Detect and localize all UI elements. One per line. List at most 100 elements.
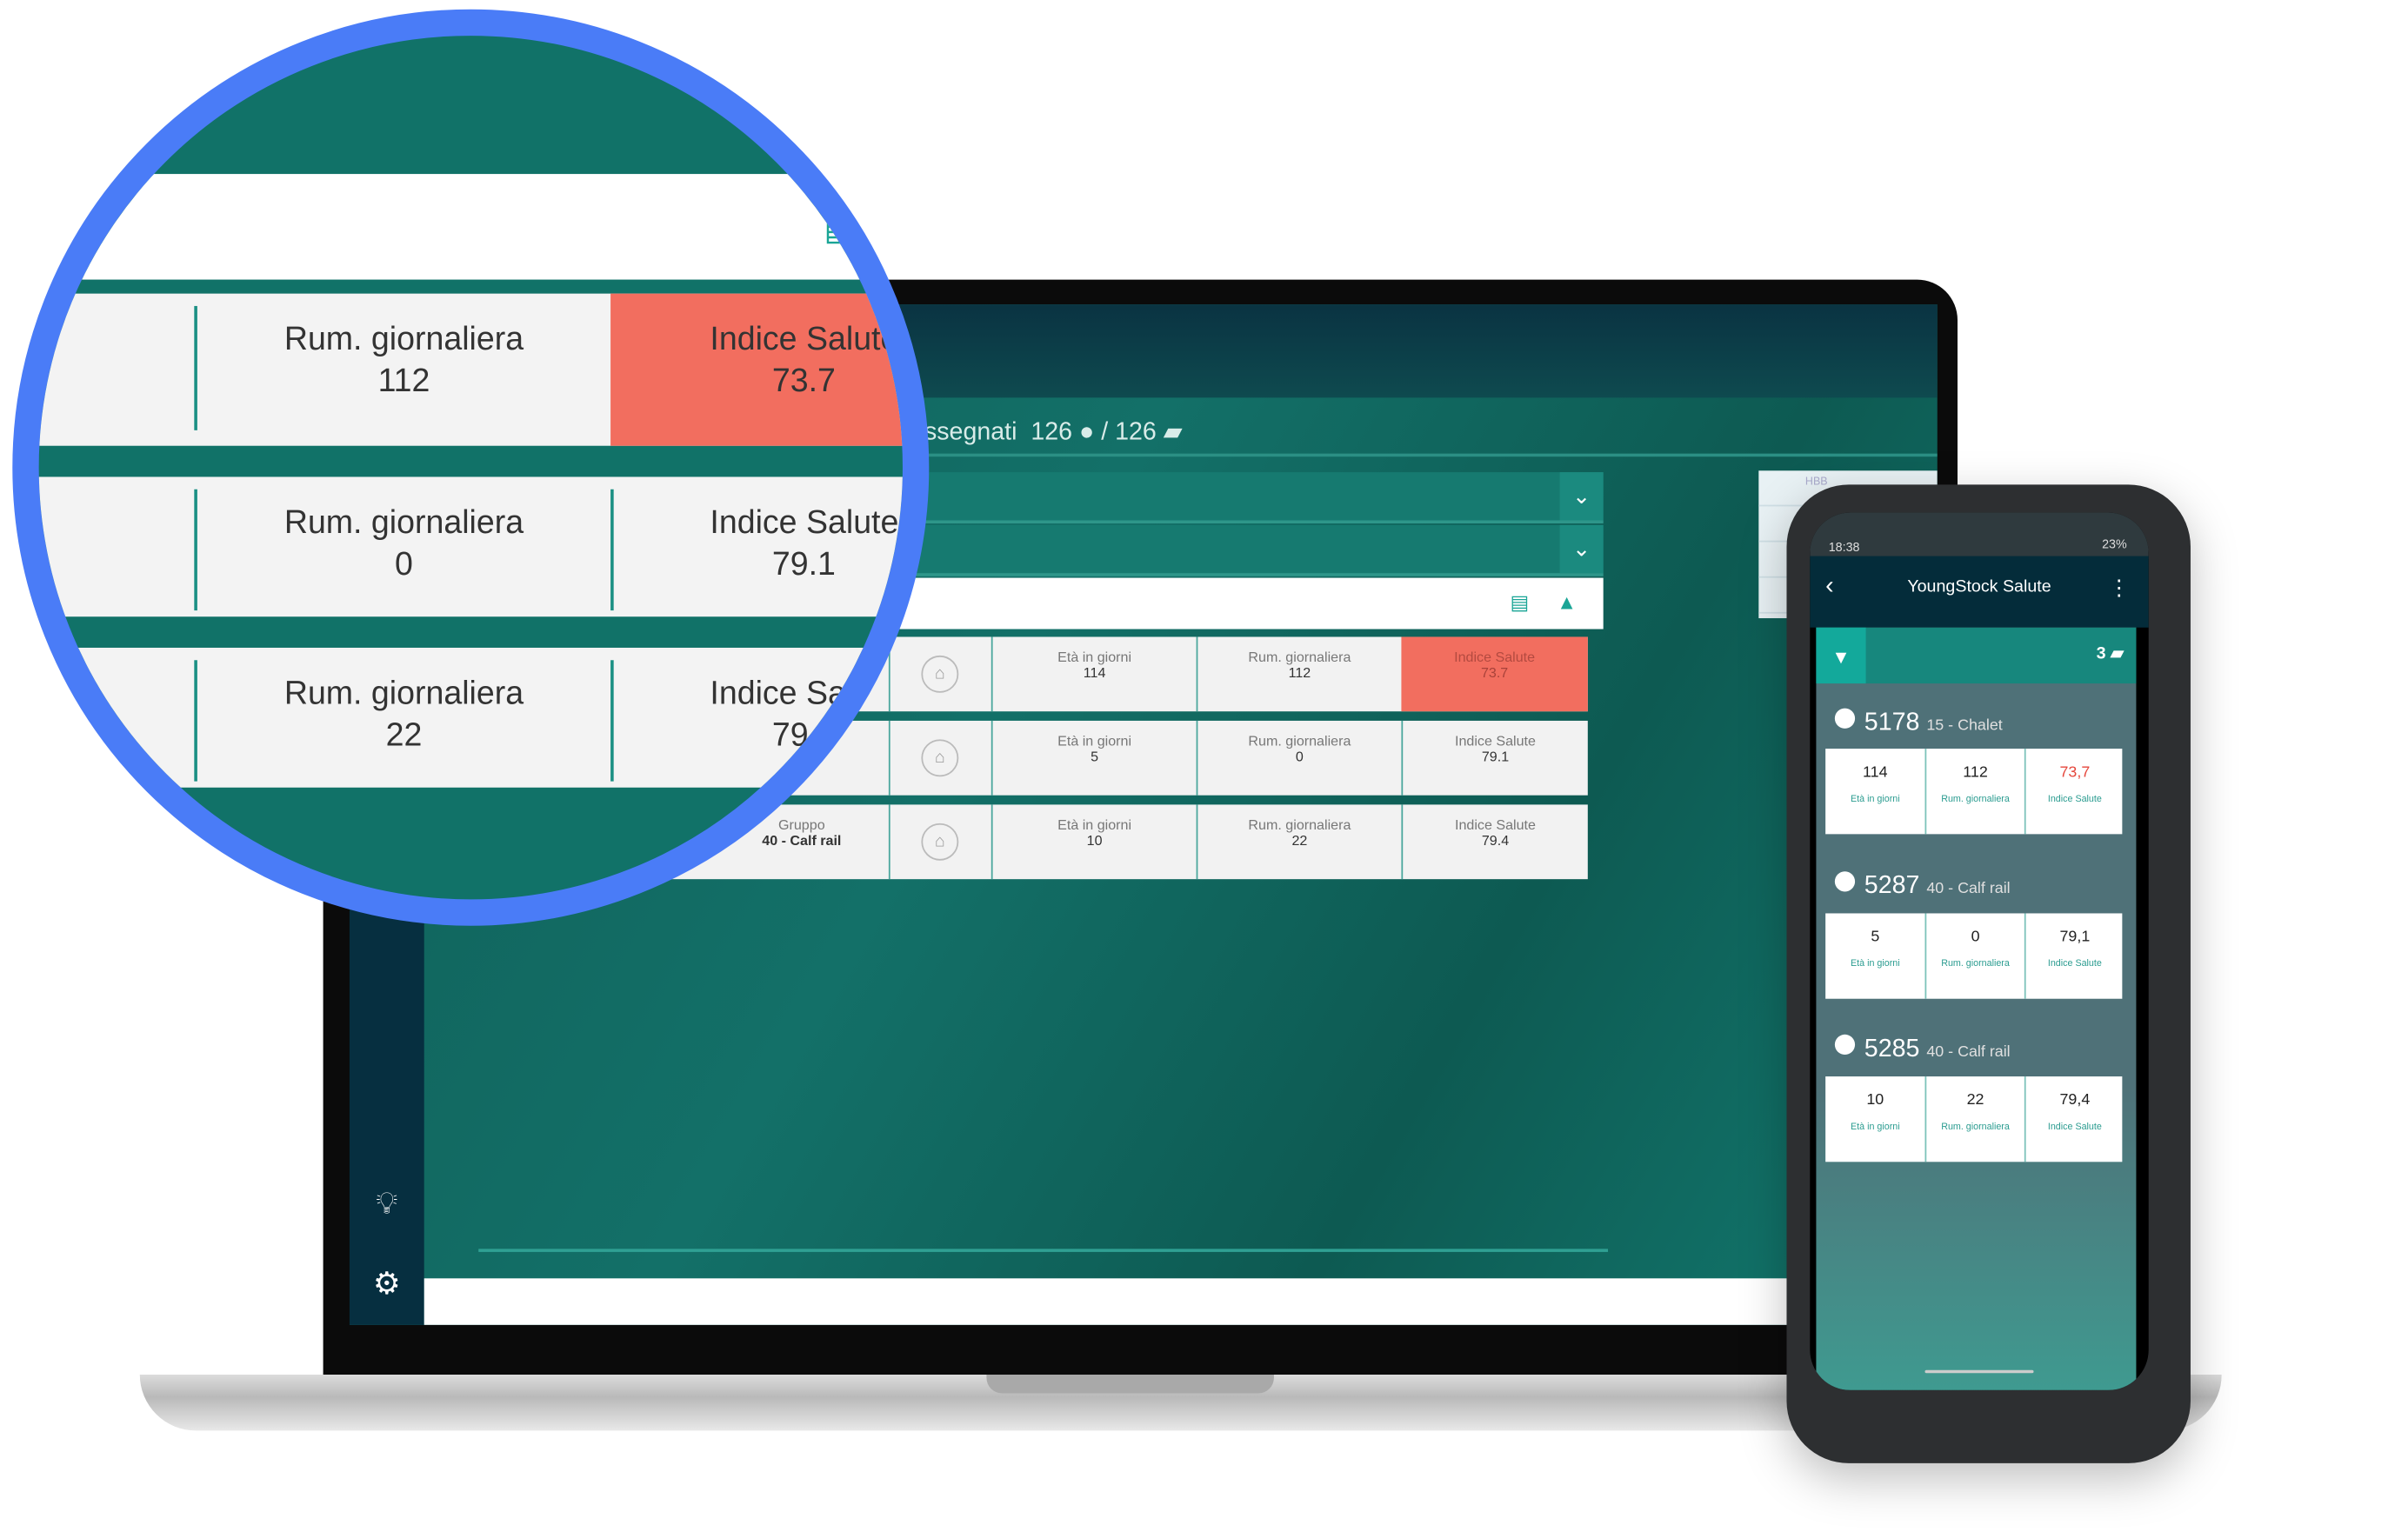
health-cell: 79,1 Indice Salute (2024, 913, 2124, 999)
cow-icon: ▰ (1163, 419, 1183, 446)
zoomed-row: Rum. giornaliera 22 Indice Salute 79.4 (38, 647, 903, 788)
rum-value: 0 (1295, 749, 1304, 764)
age-label: Età in giorni (1851, 960, 1900, 969)
health-label: Indice Salute (2047, 795, 2102, 805)
animal-list: ▼ 3 ▰ 5178 15 - Chalet 114 Età in giorni … (1816, 627, 2137, 1390)
rum-value: 0 (395, 546, 413, 583)
health-cell-alert: Indice Salute 73.7 (610, 293, 903, 446)
animal-id: 5287 (1864, 873, 1920, 900)
status-time: 18:38 (1828, 540, 1860, 555)
dropdown-1[interactable]: ⌄ (870, 472, 1604, 524)
health-label: Indice Salute (1455, 816, 1536, 833)
rum-cell: Rum. giornaliera 112 (1196, 636, 1402, 712)
age-value: 5 (1091, 749, 1099, 764)
animal-count: 3 (2096, 644, 2106, 663)
rum-value: 22 (1966, 1091, 1984, 1109)
home-indicator[interactable] (1924, 1369, 2034, 1374)
health-label: Indice Salute (710, 321, 899, 357)
assigned-label: ssegnati (924, 419, 1017, 446)
chevron-down-icon[interactable]: ⌄ (1559, 472, 1604, 521)
animal-header[interactable]: 5178 15 - Chalet (1834, 708, 2003, 738)
filter-icon[interactable]: ▼ (1816, 627, 1866, 684)
health-cell: 73,7 Indice Salute (2024, 749, 2124, 835)
rum-value: 112 (377, 363, 430, 400)
age-value: 10 (1086, 832, 1103, 849)
cake-icon (1834, 1034, 1856, 1056)
health-value: 79,4 (2059, 1091, 2091, 1109)
health-label: Indice Salute (1454, 649, 1536, 665)
health-cell: 79,4 Indice Salute (2024, 1076, 2124, 1162)
rum-cell: 0 Rum. giornaliera (1924, 913, 2024, 999)
footer-bar (424, 1278, 1791, 1325)
age-label: Età in giorni (1851, 1122, 1900, 1133)
cake-icon (1834, 871, 1856, 892)
health-cell: Indice Salute 79.1 (610, 476, 903, 616)
health-cell: Indice Salute 79.4 (610, 648, 903, 788)
back-icon[interactable]: ‹ (1825, 556, 1834, 618)
magnifier-callout: ▤ Rum. giornaliera 112 Indice Salute 73.7 … (12, 9, 930, 926)
health-value: 79.1 (771, 546, 836, 583)
chevron-down-icon[interactable]: ⌄ (1559, 524, 1604, 574)
lightbulb-icon[interactable]: 💡︎ (368, 1187, 405, 1222)
health-value-alert: 73,7 (2059, 763, 2091, 782)
total-count: 126 (1115, 419, 1157, 446)
mobile-app-screen: 18:38 23% ‹ YoungStock Salute ⋮ ▼ 3 ▰ 51… (1810, 512, 2149, 1390)
screen-title: YoungStock Salute (1907, 577, 2051, 597)
more-vert-icon[interactable]: ⋮ (2108, 556, 2130, 618)
gear-icon[interactable]: ⚙ (368, 1264, 405, 1303)
rum-cell: 22 Rum. giornaliera (1924, 1076, 2024, 1162)
laptop-notch (986, 1375, 1274, 1394)
age-label: Età in giorni (1057, 649, 1132, 665)
rum-value: 0 (1971, 929, 1980, 946)
health-label: Indice Salute (710, 676, 899, 712)
tag-icon: ● (1078, 419, 1095, 446)
animal-card[interactable]: 10 Età in giorni 22 Rum. giornaliera 79,4 I… (1825, 1076, 2124, 1162)
age-value: 5 (1871, 929, 1880, 946)
icon-cell: ⌂ (888, 804, 991, 880)
age-value: 114 (1863, 763, 1888, 782)
animal-card[interactable]: 114 Età in giorni 112 Rum. giornaliera 73,… (1825, 749, 2124, 835)
cake-icon: ⌂ (921, 823, 959, 861)
rum-cell: Rum. giornaliera 0 (1196, 720, 1402, 796)
rum-cell: Rum. giornaliera 112 (197, 294, 610, 446)
print-icon[interactable]: ▲ (1557, 590, 1577, 614)
animal-id: 5178 (1864, 709, 1920, 736)
health-value: 73.7 (771, 363, 836, 400)
panel-label: HBB (1804, 476, 1828, 488)
animal-group: 15 - Chalet (1926, 717, 2003, 736)
health-value: 73.7 (1480, 664, 1509, 681)
animal-card[interactable]: 5 Età in giorni 0 Rum. giornaliera 79,1 Ind… (1825, 913, 2124, 999)
animal-id: 5285 (1864, 1036, 1920, 1062)
battery-level: 23% (2102, 537, 2127, 552)
rum-value: 22 (1291, 832, 1308, 849)
app-header: ‹ YoungStock Salute ⋮ (1810, 556, 2149, 628)
health-value: 79,1 (2059, 929, 2091, 946)
health-label: Indice Salute (710, 504, 899, 541)
animal-header[interactable]: 5287 40 - Calf rail (1834, 871, 2011, 901)
rum-cell: Rum. giornaliera 22 (1196, 804, 1402, 880)
age-cell: 114 Età in giorni (1825, 749, 1924, 834)
rum-label: Rum. giornaliera (283, 321, 524, 357)
dropdown-2[interactable]: ⌄ (870, 524, 1604, 576)
rum-label: Rum. giornaliera (1941, 795, 2010, 805)
rum-label: Rum. giornaliera (283, 504, 524, 541)
icon-cell: ⌂ (888, 720, 991, 796)
rum-label: Rum. giornaliera (1248, 816, 1351, 833)
health-cell: Indice Salute 79.1 (1401, 720, 1587, 796)
rum-label: Rum. giornaliera (1248, 733, 1351, 749)
age-cell: Età in giorni 10 (991, 804, 1197, 880)
zoomed-row: Rum. giornaliera 0 Indice Salute 79.1 (38, 476, 903, 617)
toolbar-zoomed: ▤ (38, 174, 903, 280)
rum-cell: 112 Rum. giornaliera (1924, 749, 2024, 835)
animal-header[interactable]: 5285 40 - Calf rail (1834, 1034, 2011, 1064)
document-icon[interactable]: ▤ (1510, 590, 1529, 616)
health-cell: Indice Salute 79.4 (1401, 804, 1587, 880)
health-value: 79.4 (771, 717, 836, 754)
age-value: 114 (1083, 664, 1106, 681)
rum-label: Rum. giornaliera (1941, 960, 2010, 969)
document-icon: ▤ (823, 206, 859, 249)
content-frame (478, 942, 1609, 1252)
health-cell-alert: Indice Salute 73.7 (1401, 636, 1588, 712)
cake-icon (1834, 708, 1856, 729)
rum-value: 112 (1963, 763, 1988, 782)
